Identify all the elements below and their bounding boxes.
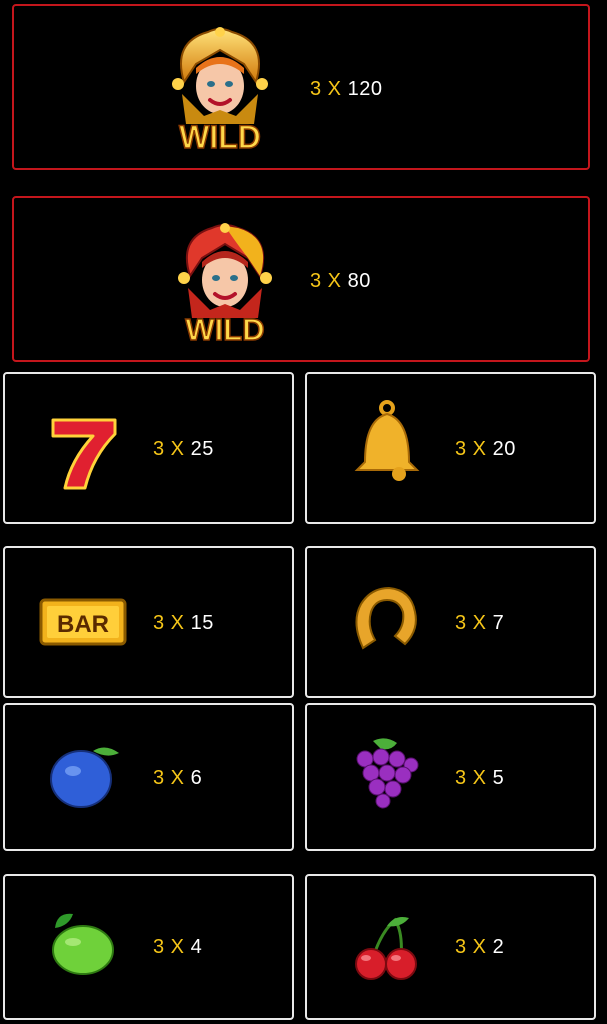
horseshoe-icon [349,582,421,654]
payout-label: 3 X 5 [455,767,504,790]
payout-label: 3 X 20 [455,438,516,461]
payout-value: 2 [492,936,505,958]
paytable-card-lime: 3 X 4 [3,874,294,1020]
payout-value: 80 [347,270,371,292]
paytable-card-wild-red: WILD 3 X 80 [12,196,590,362]
payout-label: 3 X 2 [455,936,504,959]
payout-label: 3 X 80 [310,270,371,293]
payout-value: 120 [347,78,383,100]
payout-multiplier: 3 X [310,78,342,100]
payout-value: 4 [190,936,203,958]
paytable-card-wild-gold: WILD 3 X 120 [12,4,590,170]
plum-icon [45,739,125,811]
wild-logo-text: WILD [179,119,261,152]
payout-value: 5 [492,767,505,789]
paytable-card-bar: BAR 3 X 15 [3,546,294,698]
payout-value: 7 [492,612,505,634]
payout-value: 15 [190,612,214,634]
payout-label: 3 X 25 [153,438,214,461]
payout-value: 20 [492,438,516,460]
payout-value: 25 [190,438,214,460]
payout-multiplier: 3 X [455,612,487,634]
paytable-card-plum: 3 X 6 [3,703,294,851]
grapes-icon [351,735,423,811]
wild-logo-text: WILD [185,312,264,344]
payout-multiplier: 3 X [455,767,487,789]
lime-icon [47,910,119,978]
payout-label: 3 X 120 [310,78,382,101]
cherry-icon [351,912,423,982]
seven-icon [49,416,119,492]
payout-value: 6 [190,767,203,789]
payout-multiplier: 3 X [153,767,185,789]
payout-multiplier: 3 X [153,438,185,460]
wild-gold-jester-icon: WILD [164,24,276,152]
wild-red-jester-icon: WILD [172,220,278,344]
bar-logo-text: BAR [57,611,109,638]
paytable-card-seven: 3 X 25 [3,372,294,524]
payout-multiplier: 3 X [455,936,487,958]
payout-label: 3 X 7 [455,612,504,635]
payout-label: 3 X 4 [153,936,202,959]
payout-multiplier: 3 X [153,612,185,634]
bar-icon: BAR [37,594,129,650]
payout-label: 3 X 15 [153,612,214,635]
paytable-card-horseshoe: 3 X 7 [305,546,596,698]
payout-multiplier: 3 X [310,270,342,292]
payout-label: 3 X 6 [153,767,202,790]
paytable-card-grapes: 3 X 5 [305,703,596,851]
payout-multiplier: 3 X [455,438,487,460]
paytable-card-bell: 3 X 20 [305,372,596,524]
payout-multiplier: 3 X [153,936,185,958]
paytable-card-cherry: 3 X 2 [305,874,596,1020]
bell-icon [351,400,423,482]
